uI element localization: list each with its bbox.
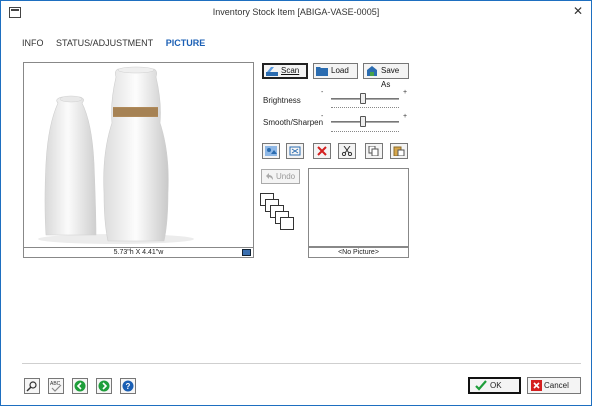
save-as-icon xyxy=(367,66,377,76)
tab-info[interactable]: INFO xyxy=(22,38,44,48)
footer-divider xyxy=(22,363,581,364)
cancel-label: Cancel xyxy=(544,381,569,390)
delete-icon xyxy=(317,146,327,156)
spell-check-icon: ABC xyxy=(50,381,62,392)
picture-dimensions-bar: 5.73"h X 4.41"w xyxy=(23,247,254,258)
help-button[interactable]: ? xyxy=(120,378,136,394)
next-button[interactable] xyxy=(96,378,112,394)
copy-icon xyxy=(368,146,379,156)
title-bar: Inventory Stock Item [ABIGA-VASE-0005] ✕ xyxy=(1,1,591,25)
scan-label: Scan xyxy=(281,66,300,75)
paste-button[interactable] xyxy=(390,143,408,159)
smooth-plus: + xyxy=(403,113,408,120)
ok-button[interactable]: OK xyxy=(468,377,521,394)
brightness-minus: - xyxy=(321,89,324,96)
tab-status-adjustment[interactable]: STATUS/ADJUSTMENT xyxy=(56,38,153,48)
cut-button[interactable] xyxy=(338,143,356,159)
search-button[interactable] xyxy=(24,378,40,394)
arrow-left-icon xyxy=(74,380,86,392)
tab-bar: INFO STATUS/ADJUSTMENT PICTURE xyxy=(22,38,215,52)
save-as-button[interactable]: Save As xyxy=(363,63,409,89)
brightness-label: Brightness xyxy=(263,96,301,105)
check-icon xyxy=(475,380,487,391)
search-icon xyxy=(26,381,37,392)
brightness-plus: + xyxy=(403,89,408,96)
smooth-sharpen-slider-thumb[interactable] xyxy=(360,116,366,127)
folder-icon xyxy=(316,67,328,76)
picture-frame xyxy=(23,62,254,248)
load-label: Load xyxy=(331,66,349,75)
arrow-right-icon xyxy=(98,380,110,392)
load-button[interactable]: Load xyxy=(313,63,358,79)
fit-icon xyxy=(289,146,301,156)
cancel-icon xyxy=(531,380,542,391)
spell-check-button[interactable]: ABC xyxy=(48,378,64,394)
save-as-label: Save As xyxy=(381,66,400,89)
auto-enhance-button[interactable] xyxy=(262,143,280,159)
brightness-ticks xyxy=(331,107,399,109)
vase-photo xyxy=(38,66,194,244)
paste-icon xyxy=(393,146,405,156)
cancel-button[interactable]: Cancel xyxy=(527,377,581,394)
undo-button[interactable]: Undo xyxy=(261,169,300,184)
undo-label: Undo xyxy=(276,172,296,181)
close-button[interactable]: ✕ xyxy=(571,4,585,18)
copy-button[interactable] xyxy=(365,143,383,159)
smooth-sharpen-label: Smooth/Sharpen xyxy=(263,118,324,127)
brightness-slider-thumb[interactable] xyxy=(360,93,366,104)
auto-enhance-icon xyxy=(265,146,277,156)
delete-button[interactable] xyxy=(313,143,331,159)
preview-label: <No Picture> xyxy=(308,247,409,258)
help-icon: ? xyxy=(122,380,134,392)
dialog-window: Inventory Stock Item [ABIGA-VASE-0005] ✕… xyxy=(0,0,592,406)
picture-size-icon[interactable] xyxy=(242,249,251,256)
ok-label: OK xyxy=(490,381,502,390)
smooth-sharpen-ticks xyxy=(331,131,399,133)
preview-box xyxy=(308,168,409,247)
scanner-icon xyxy=(266,67,278,76)
layers-icon xyxy=(260,193,300,235)
svg-text:?: ? xyxy=(126,382,131,391)
window-title: Inventory Stock Item [ABIGA-VASE-0005] xyxy=(212,7,380,17)
picture-dimensions: 5.73"h X 4.41"w xyxy=(113,249,164,256)
scan-button[interactable]: Scan xyxy=(262,63,308,79)
cut-icon xyxy=(341,146,353,156)
tab-picture[interactable]: PICTURE xyxy=(166,38,206,48)
previous-button[interactable] xyxy=(72,378,88,394)
undo-icon xyxy=(266,173,273,180)
fit-button[interactable] xyxy=(286,143,304,159)
